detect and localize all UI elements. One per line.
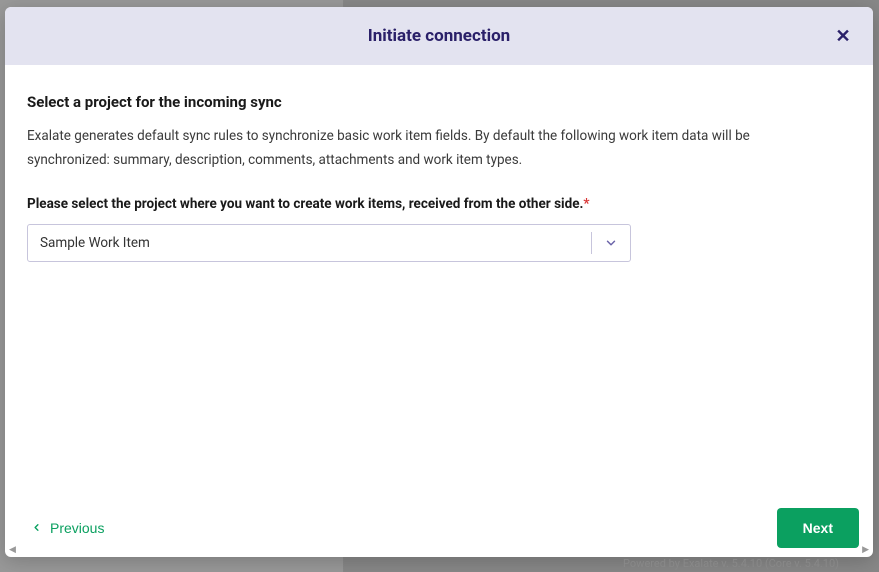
section-heading: Select a project for the incoming sync xyxy=(27,93,851,111)
project-select-value: Sample Work Item xyxy=(40,235,591,251)
project-select[interactable]: Sample Work Item xyxy=(27,224,631,262)
initiate-connection-modal: Initiate connection ✕ Select a project f… xyxy=(5,7,873,557)
modal-title: Initiate connection xyxy=(368,26,510,46)
modal-header: Initiate connection ✕ xyxy=(5,7,873,65)
next-button[interactable]: Next xyxy=(777,508,859,548)
previous-label: Previous xyxy=(50,520,104,536)
required-indicator: * xyxy=(583,196,589,212)
horizontal-scrollbar[interactable]: ◀ ▶ xyxy=(7,543,871,557)
previous-button[interactable]: Previous xyxy=(27,514,108,542)
powered-by-text: Powered by Exalate v. 5.4.10 (Core v. 5.… xyxy=(623,557,839,570)
field-label-text: Please select the project where you want… xyxy=(27,196,583,212)
chevron-left-icon xyxy=(31,522,42,533)
close-button[interactable]: ✕ xyxy=(831,24,855,48)
next-label: Next xyxy=(803,520,833,536)
section-description: Exalate generates default sync rules to … xyxy=(27,125,787,172)
scroll-left-icon: ◀ xyxy=(7,545,18,555)
modal-body: Select a project for the incoming sync E… xyxy=(5,65,873,497)
project-field-label: Please select the project where you want… xyxy=(27,196,851,212)
close-icon: ✕ xyxy=(835,26,850,47)
scroll-right-icon: ▶ xyxy=(860,545,871,555)
chevron-down-icon xyxy=(600,236,622,250)
select-divider xyxy=(591,232,592,254)
